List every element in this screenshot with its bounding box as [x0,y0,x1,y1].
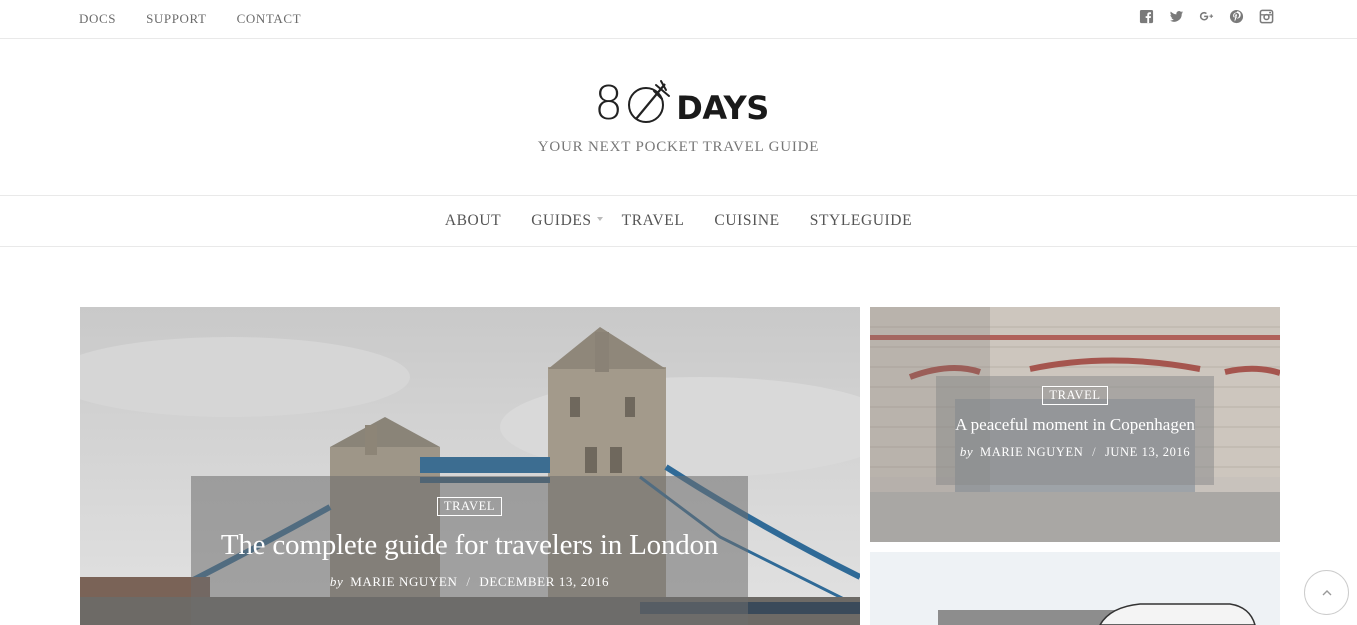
category-badge[interactable]: TRAVEL [1042,386,1108,405]
top-link-contact[interactable]: CONTACT [237,11,302,27]
logo-word: DAYS [676,89,769,127]
top-link-docs[interactable]: DOCS [79,11,116,27]
nav-item-travel[interactable]: TRAVEL [622,212,685,230]
post-title[interactable]: A peaceful moment in Copenhagen [936,415,1214,435]
site-tagline: YOUR NEXT POCKET TRAVEL GUIDE [537,139,820,155]
pinterest-icon[interactable] [1228,8,1244,24]
post-overlay: TRAVEL A peaceful moment in Copenhagen b… [936,376,1214,485]
post-date: DECEMBER 13, 2016 [479,574,610,589]
category-badge[interactable]: TRAVEL [436,497,503,516]
back-to-top-button[interactable] [1304,570,1349,615]
nav-item-about[interactable]: ABOUT [445,212,501,230]
meta-separator: / [1092,445,1097,459]
featured-post-copenhagen[interactable]: TRAVEL A peaceful moment in Copenhagen b… [870,307,1280,542]
nav-item-guides-label: GUIDES [531,212,592,229]
post-title[interactable]: The complete guide for travelers in Lond… [191,529,748,562]
chevron-up-icon [1322,589,1331,595]
featured-post-london[interactable]: TRAVEL The complete guide for travelers … [80,307,860,625]
post-overlay: TRAVEL The complete guide for travelers … [191,476,748,625]
nav-item-guides[interactable]: GUIDES [531,212,603,230]
google-plus-icon[interactable] [1198,8,1214,24]
post-author[interactable]: MARIE NGUYEN [980,445,1083,459]
top-nav: DOCS SUPPORT CONTACT [79,11,331,27]
by-label: by [959,444,974,459]
twitter-icon[interactable] [1168,8,1184,24]
logo-number: 8 [594,76,623,130]
main-nav: ABOUT GUIDES TRAVEL CUISINE STYLEGUIDE [0,195,1357,247]
post-image [870,552,1280,625]
site-logo[interactable]: 8 DAYS [594,76,769,126]
instagram-icon[interactable] [1258,8,1274,24]
by-label: by [329,574,344,589]
post-meta: by MARIE NGUYEN / JUNE 13, 2016 [936,444,1214,460]
featured-post-third[interactable] [870,552,1280,625]
post-meta: by MARIE NGUYEN / DECEMBER 13, 2016 [191,574,748,590]
globe-airplane-icon [628,80,671,123]
nav-item-cuisine[interactable]: CUISINE [714,212,779,230]
nav-item-styleguide[interactable]: STYLEGUIDE [810,212,912,230]
post-author[interactable]: MARIE NGUYEN [350,574,457,589]
chevron-down-icon [596,217,603,221]
facebook-icon[interactable] [1138,8,1154,24]
post-date: JUNE 13, 2016 [1104,445,1191,459]
meta-separator: / [466,574,471,589]
top-bar: DOCS SUPPORT CONTACT [0,0,1357,39]
social-links [1138,8,1274,24]
top-link-support[interactable]: SUPPORT [146,11,207,27]
